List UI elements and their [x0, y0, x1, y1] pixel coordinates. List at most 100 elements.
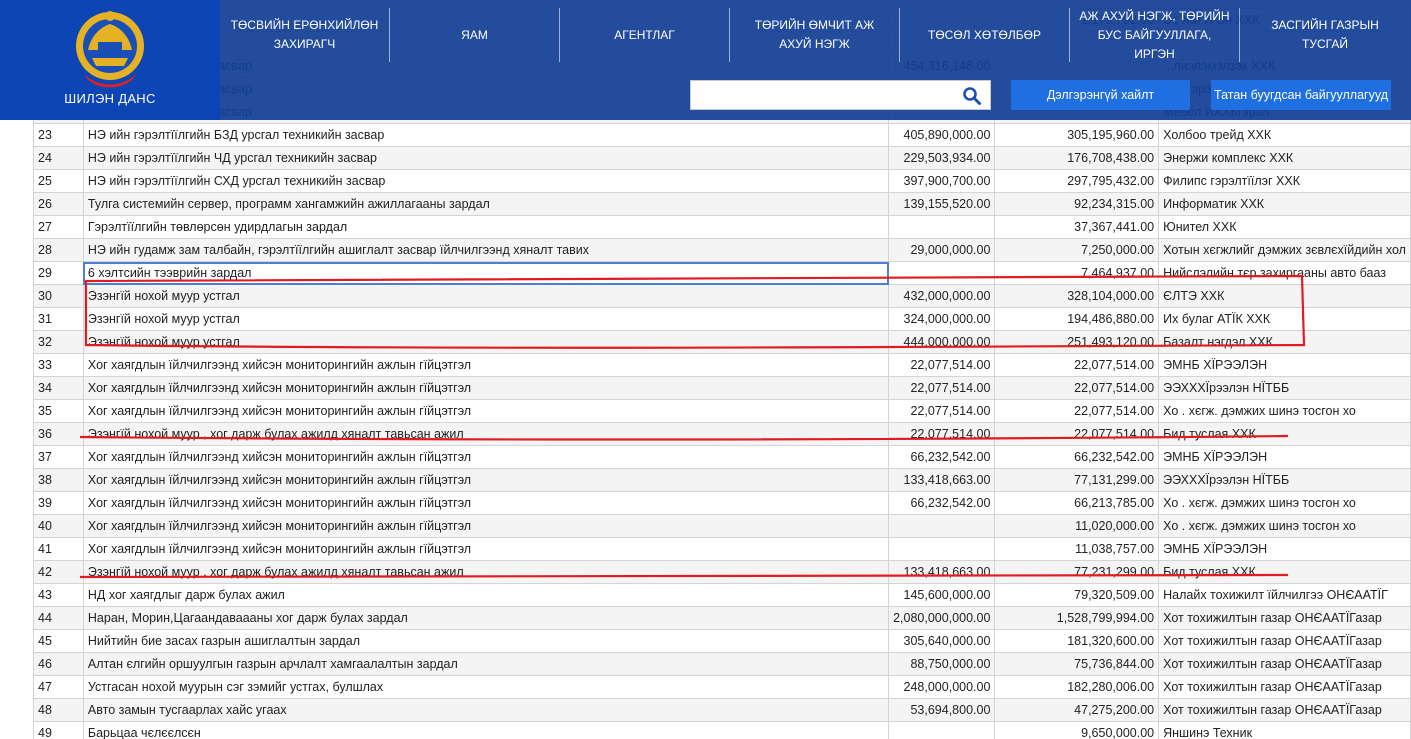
vendor-cell[interactable]: ЭЭХХХЇрээлэн НЇТББ [1158, 376, 1411, 400]
actual-amount-cell[interactable]: 297,795,432.00 [994, 169, 1160, 193]
vendor-cell[interactable]: Хо . хєгж. дэмжих шинэ тосгон хо [1158, 399, 1411, 423]
planned-amount-cell[interactable]: 432,000,000.00 [888, 284, 996, 308]
description-cell[interactable]: Наран, Морин,Цагаандаваааны хог дарж бул… [82, 606, 890, 630]
description-cell[interactable]: НЭ ийн гудамж зам талбайн, гэрэлтїїлгийн… [82, 238, 890, 262]
search-input[interactable] [691, 81, 953, 109]
description-cell[interactable]: Барьцаа чєлєєлсєн [82, 721, 890, 739]
actual-amount-cell[interactable]: 77,131,299.00 [994, 468, 1160, 492]
planned-amount-cell[interactable]: 444,000,000.00 [888, 330, 996, 354]
row-number-cell[interactable]: 46 [33, 652, 84, 676]
nav-special-funds[interactable]: ЗАСГИЙН ГАЗРЫН ТУСГАЙ [1240, 8, 1410, 62]
planned-amount-cell[interactable]: 133,418,663.00 [888, 560, 996, 584]
planned-amount-cell[interactable]: 324,000,000.00 [888, 307, 996, 331]
description-cell[interactable]: Хог хаягдлын їйлчилгээнд хийсэн монитори… [82, 537, 890, 561]
description-cell[interactable]: Хог хаягдлын їйлчилгээнд хийсэн монитори… [82, 376, 890, 400]
planned-amount-cell[interactable]: 22,077,514.00 [888, 353, 996, 377]
actual-amount-cell[interactable]: 328,104,000.00 [994, 284, 1160, 308]
planned-amount-cell[interactable]: 145,600,000.00 [888, 583, 996, 607]
planned-amount-cell[interactable]: 66,232,542.00 [888, 445, 996, 469]
row-number-cell[interactable]: 40 [33, 514, 84, 538]
row-number-cell[interactable]: 30 [33, 284, 84, 308]
planned-amount-cell[interactable]: 29,000,000.00 [888, 238, 996, 262]
planned-amount-cell[interactable]: 229,503,934.00 [888, 146, 996, 170]
description-cell[interactable]: НД хог хаягдлыг дарж булах ажил [82, 583, 890, 607]
row-number-cell[interactable]: 49 [33, 721, 84, 739]
description-cell[interactable]: Эзэнгїй нохой муур устгал [82, 307, 890, 331]
actual-amount-cell[interactable]: 305,195,960.00 [994, 123, 1160, 147]
description-cell[interactable]: Хог хаягдлын їйлчилгээнд хийсэн монитори… [82, 468, 890, 492]
planned-amount-cell[interactable]: 405,890,000.00 [888, 123, 996, 147]
actual-amount-cell[interactable]: 251,493,120.00 [994, 330, 1160, 354]
actual-amount-cell[interactable]: 75,736,844.00 [994, 652, 1160, 676]
description-cell[interactable]: Эзэнгїй нохой муур , хог дарж булах ажил… [82, 560, 890, 584]
planned-amount-cell[interactable]: 22,077,514.00 [888, 399, 996, 423]
vendor-cell[interactable]: Базалт нэгдэл ХХК [1158, 330, 1411, 354]
actual-amount-cell[interactable]: 22,077,514.00 [994, 353, 1160, 377]
row-number-cell[interactable]: 34 [33, 376, 84, 400]
row-number-cell[interactable]: 24 [33, 146, 84, 170]
description-cell[interactable]: Хог хаягдлын їйлчилгээнд хийсэн монитори… [82, 491, 890, 515]
vendor-cell[interactable]: Энержи комплекс ХХК [1158, 146, 1411, 170]
planned-amount-cell[interactable] [888, 215, 996, 239]
actual-amount-cell[interactable]: 1,528,799,994.00 [994, 606, 1160, 630]
row-number-cell[interactable]: 25 [33, 169, 84, 193]
actual-amount-cell[interactable]: 77,231,299.00 [994, 560, 1160, 584]
row-number-cell[interactable]: 36 [33, 422, 84, 446]
planned-amount-cell[interactable] [888, 261, 996, 285]
planned-amount-cell[interactable]: 66,232,542.00 [888, 491, 996, 515]
nav-budget-governors[interactable]: ТӨСВИЙН ЕРӨНХИЙЛӨН ЗАХИРАГЧ [220, 8, 390, 62]
liquidated-orgs-button[interactable]: Татан буугдсан байгууллагууд [1211, 80, 1391, 110]
row-number-cell[interactable]: 47 [33, 675, 84, 699]
actual-amount-cell[interactable]: 66,213,785.00 [994, 491, 1160, 515]
vendor-cell[interactable]: ЭЭХХХЇрээлэн НЇТББ [1158, 468, 1411, 492]
actual-amount-cell[interactable]: 176,708,438.00 [994, 146, 1160, 170]
description-cell[interactable]: 6 хэлтсийн тээврийн зардал [82, 261, 890, 285]
actual-amount-cell[interactable]: 22,077,514.00 [994, 422, 1160, 446]
row-number-cell[interactable]: 37 [33, 445, 84, 469]
row-number-cell[interactable]: 26 [33, 192, 84, 216]
actual-amount-cell[interactable]: 22,077,514.00 [994, 376, 1160, 400]
planned-amount-cell[interactable]: 133,418,663.00 [888, 468, 996, 492]
planned-amount-cell[interactable]: 397,900,700.00 [888, 169, 996, 193]
planned-amount-cell[interactable]: 88,750,000.00 [888, 652, 996, 676]
actual-amount-cell[interactable]: 11,020,000.00 [994, 514, 1160, 538]
vendor-cell[interactable]: Хот тохижилтын газар ОНЄААТЇГазар [1158, 675, 1411, 699]
actual-amount-cell[interactable]: 47,275,200.00 [994, 698, 1160, 722]
actual-amount-cell[interactable]: 181,320,600.00 [994, 629, 1160, 653]
nav-projects-programs[interactable]: ТӨСӨЛ ХӨТӨЛБӨР [900, 8, 1070, 62]
actual-amount-cell[interactable]: 37,367,441.00 [994, 215, 1160, 239]
description-cell[interactable]: Эзэнгїй нохой муур устгал [82, 284, 890, 308]
description-cell[interactable]: Хог хаягдлын їйлчилгээнд хийсэн монитори… [82, 445, 890, 469]
planned-amount-cell[interactable]: 22,077,514.00 [888, 376, 996, 400]
vendor-cell[interactable]: Хо . хєгж. дэмжих шинэ тосгон хо [1158, 491, 1411, 515]
planned-amount-cell[interactable] [888, 514, 996, 538]
actual-amount-cell[interactable]: 9,650,000.00 [994, 721, 1160, 739]
nav-business-ngo-citizens[interactable]: АЖ АХУЙ НЭГЖ, ТӨРИЙН БУС БАЙГУУЛЛАГА, ИР… [1070, 8, 1240, 62]
planned-amount-cell[interactable] [888, 721, 996, 739]
planned-amount-cell[interactable]: 22,077,514.00 [888, 422, 996, 446]
advanced-search-button[interactable]: Дэлгэрэнгүй хайлт [1011, 80, 1190, 110]
description-cell[interactable]: Гэрэлтїїлгийн төвлөрсөн удирдлагын зарда… [82, 215, 890, 239]
actual-amount-cell[interactable]: 7,250,000.00 [994, 238, 1160, 262]
vendor-cell[interactable]: Нийслэлийн тєр захиргааны авто бааз [1158, 261, 1411, 285]
vendor-cell[interactable]: Холбоо трейд ХХК [1158, 123, 1411, 147]
description-cell[interactable]: Хог хаягдлын їйлчилгээнд хийсэн монитори… [82, 399, 890, 423]
nav-agencies[interactable]: АГЕНТЛАГ [560, 8, 730, 62]
description-cell[interactable]: Тулга системийн сервер, программ хангамж… [82, 192, 890, 216]
vendor-cell[interactable]: Яншинэ Техник [1158, 721, 1411, 739]
row-number-cell[interactable]: 27 [33, 215, 84, 239]
row-number-cell[interactable]: 29 [33, 261, 84, 285]
nav-state-owned-enterprises[interactable]: ТӨРИЙН ӨМЧИТ АЖ АХУЙ НЭГЖ [730, 8, 900, 62]
description-cell[interactable]: Авто замын тусгаарлах хайс угаах [82, 698, 890, 722]
description-cell[interactable]: Нийтийн бие засах газрын ашиглалтын зард… [82, 629, 890, 653]
row-number-cell[interactable]: 43 [33, 583, 84, 607]
vendor-cell[interactable]: Юнител ХХК [1158, 215, 1411, 239]
description-cell[interactable]: НЭ ийн гэрэлтїїлгийн СХД урсгал техникий… [82, 169, 890, 193]
row-number-cell[interactable]: 32 [33, 330, 84, 354]
vendor-cell[interactable]: Информатик ХХК [1158, 192, 1411, 216]
actual-amount-cell[interactable]: 79,320,509.00 [994, 583, 1160, 607]
vendor-cell[interactable]: ЭМНБ ХЇРЭЭЛЭН [1158, 537, 1411, 561]
vendor-cell[interactable]: Хот тохижилтын газар ОНЄААТЇГазар [1158, 606, 1411, 630]
row-number-cell[interactable]: 33 [33, 353, 84, 377]
row-number-cell[interactable]: 31 [33, 307, 84, 331]
